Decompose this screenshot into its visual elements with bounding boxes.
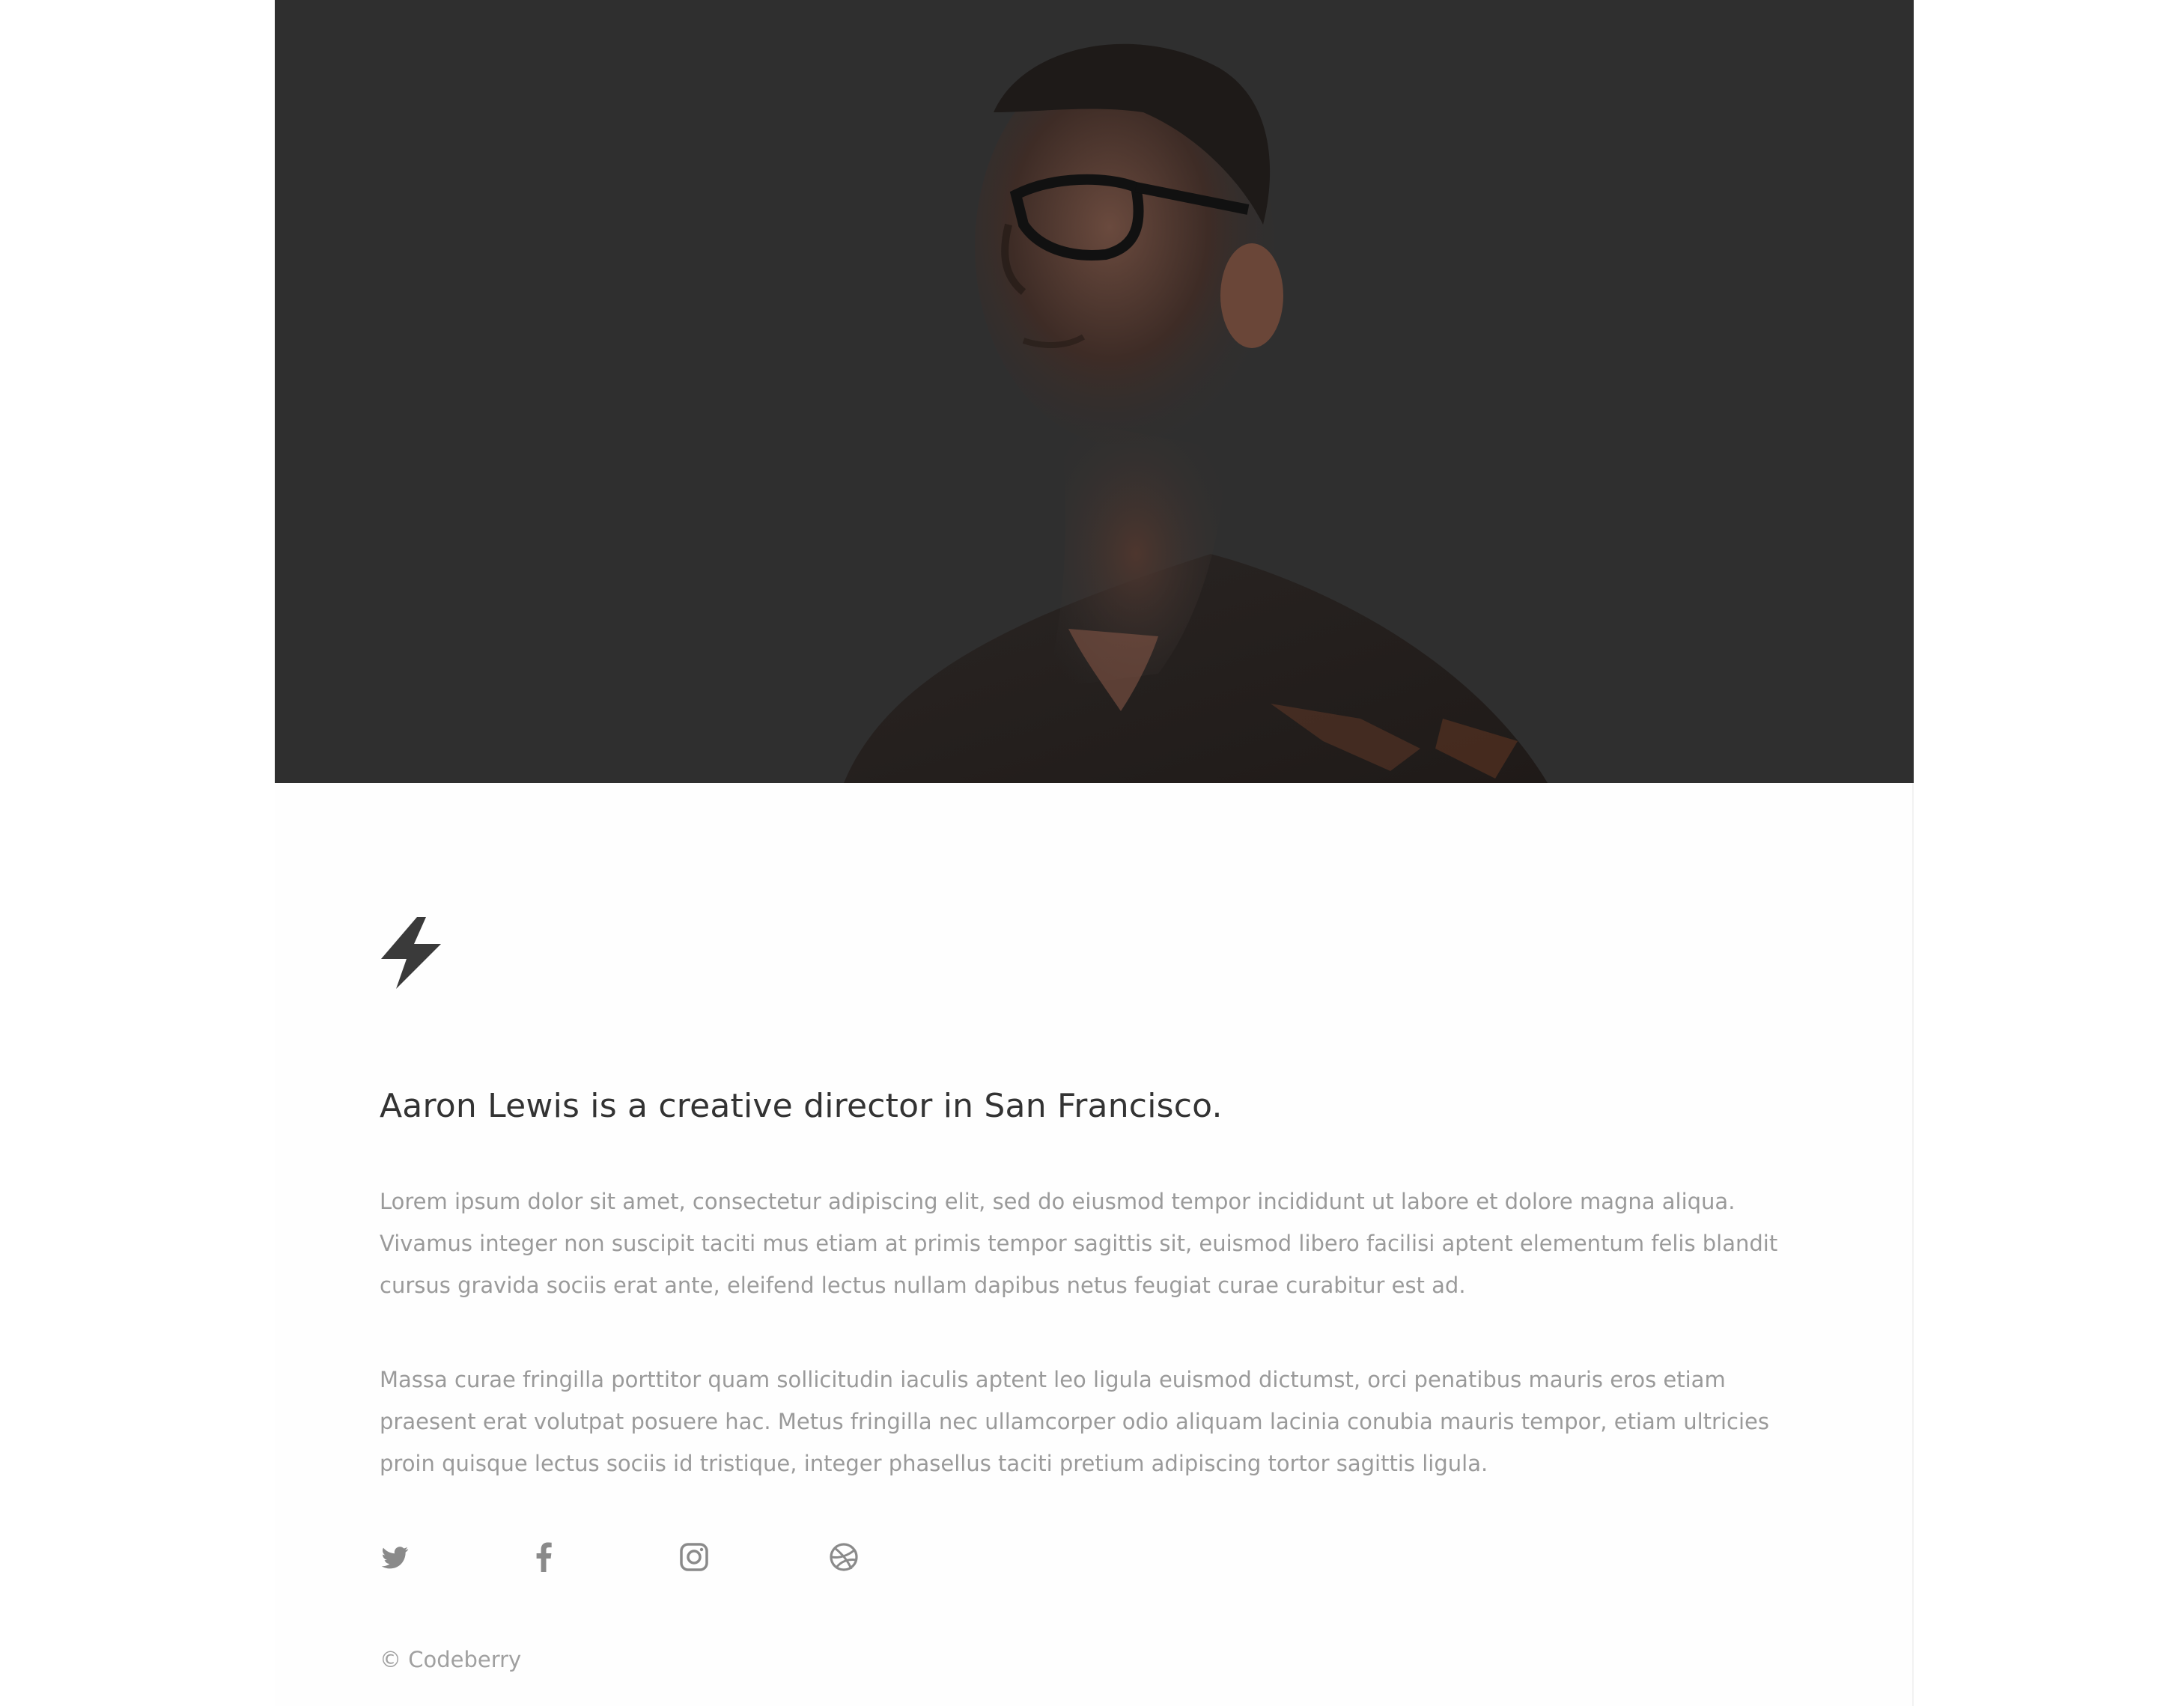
- facebook-icon[interactable]: [529, 1542, 559, 1572]
- headline: Aaron Lewis is a creative director in Sa…: [380, 1087, 1223, 1125]
- copyright-text: © Codeberry: [380, 1647, 522, 1672]
- instagram-icon[interactable]: [679, 1542, 709, 1572]
- lightning-bolt-icon: [381, 917, 441, 989]
- social-links: [380, 1542, 979, 1572]
- dribbble-icon[interactable]: [829, 1542, 859, 1572]
- twitter-icon[interactable]: [380, 1542, 410, 1572]
- profile-card: Aaron Lewis is a creative director in Sa…: [275, 0, 1914, 1706]
- bio-paragraph: Massa curae fringilla porttitor quam sol…: [380, 1367, 1769, 1476]
- portrait-illustration: [275, 0, 1914, 783]
- profile-content: Aaron Lewis is a creative director in Sa…: [380, 917, 1825, 1672]
- page: Aaron Lewis is a creative director in Sa…: [0, 0, 2184, 1706]
- bio-paragraph: Lorem ipsum dolor sit amet, consectetur …: [380, 1189, 1778, 1298]
- hero-image: [275, 0, 1914, 783]
